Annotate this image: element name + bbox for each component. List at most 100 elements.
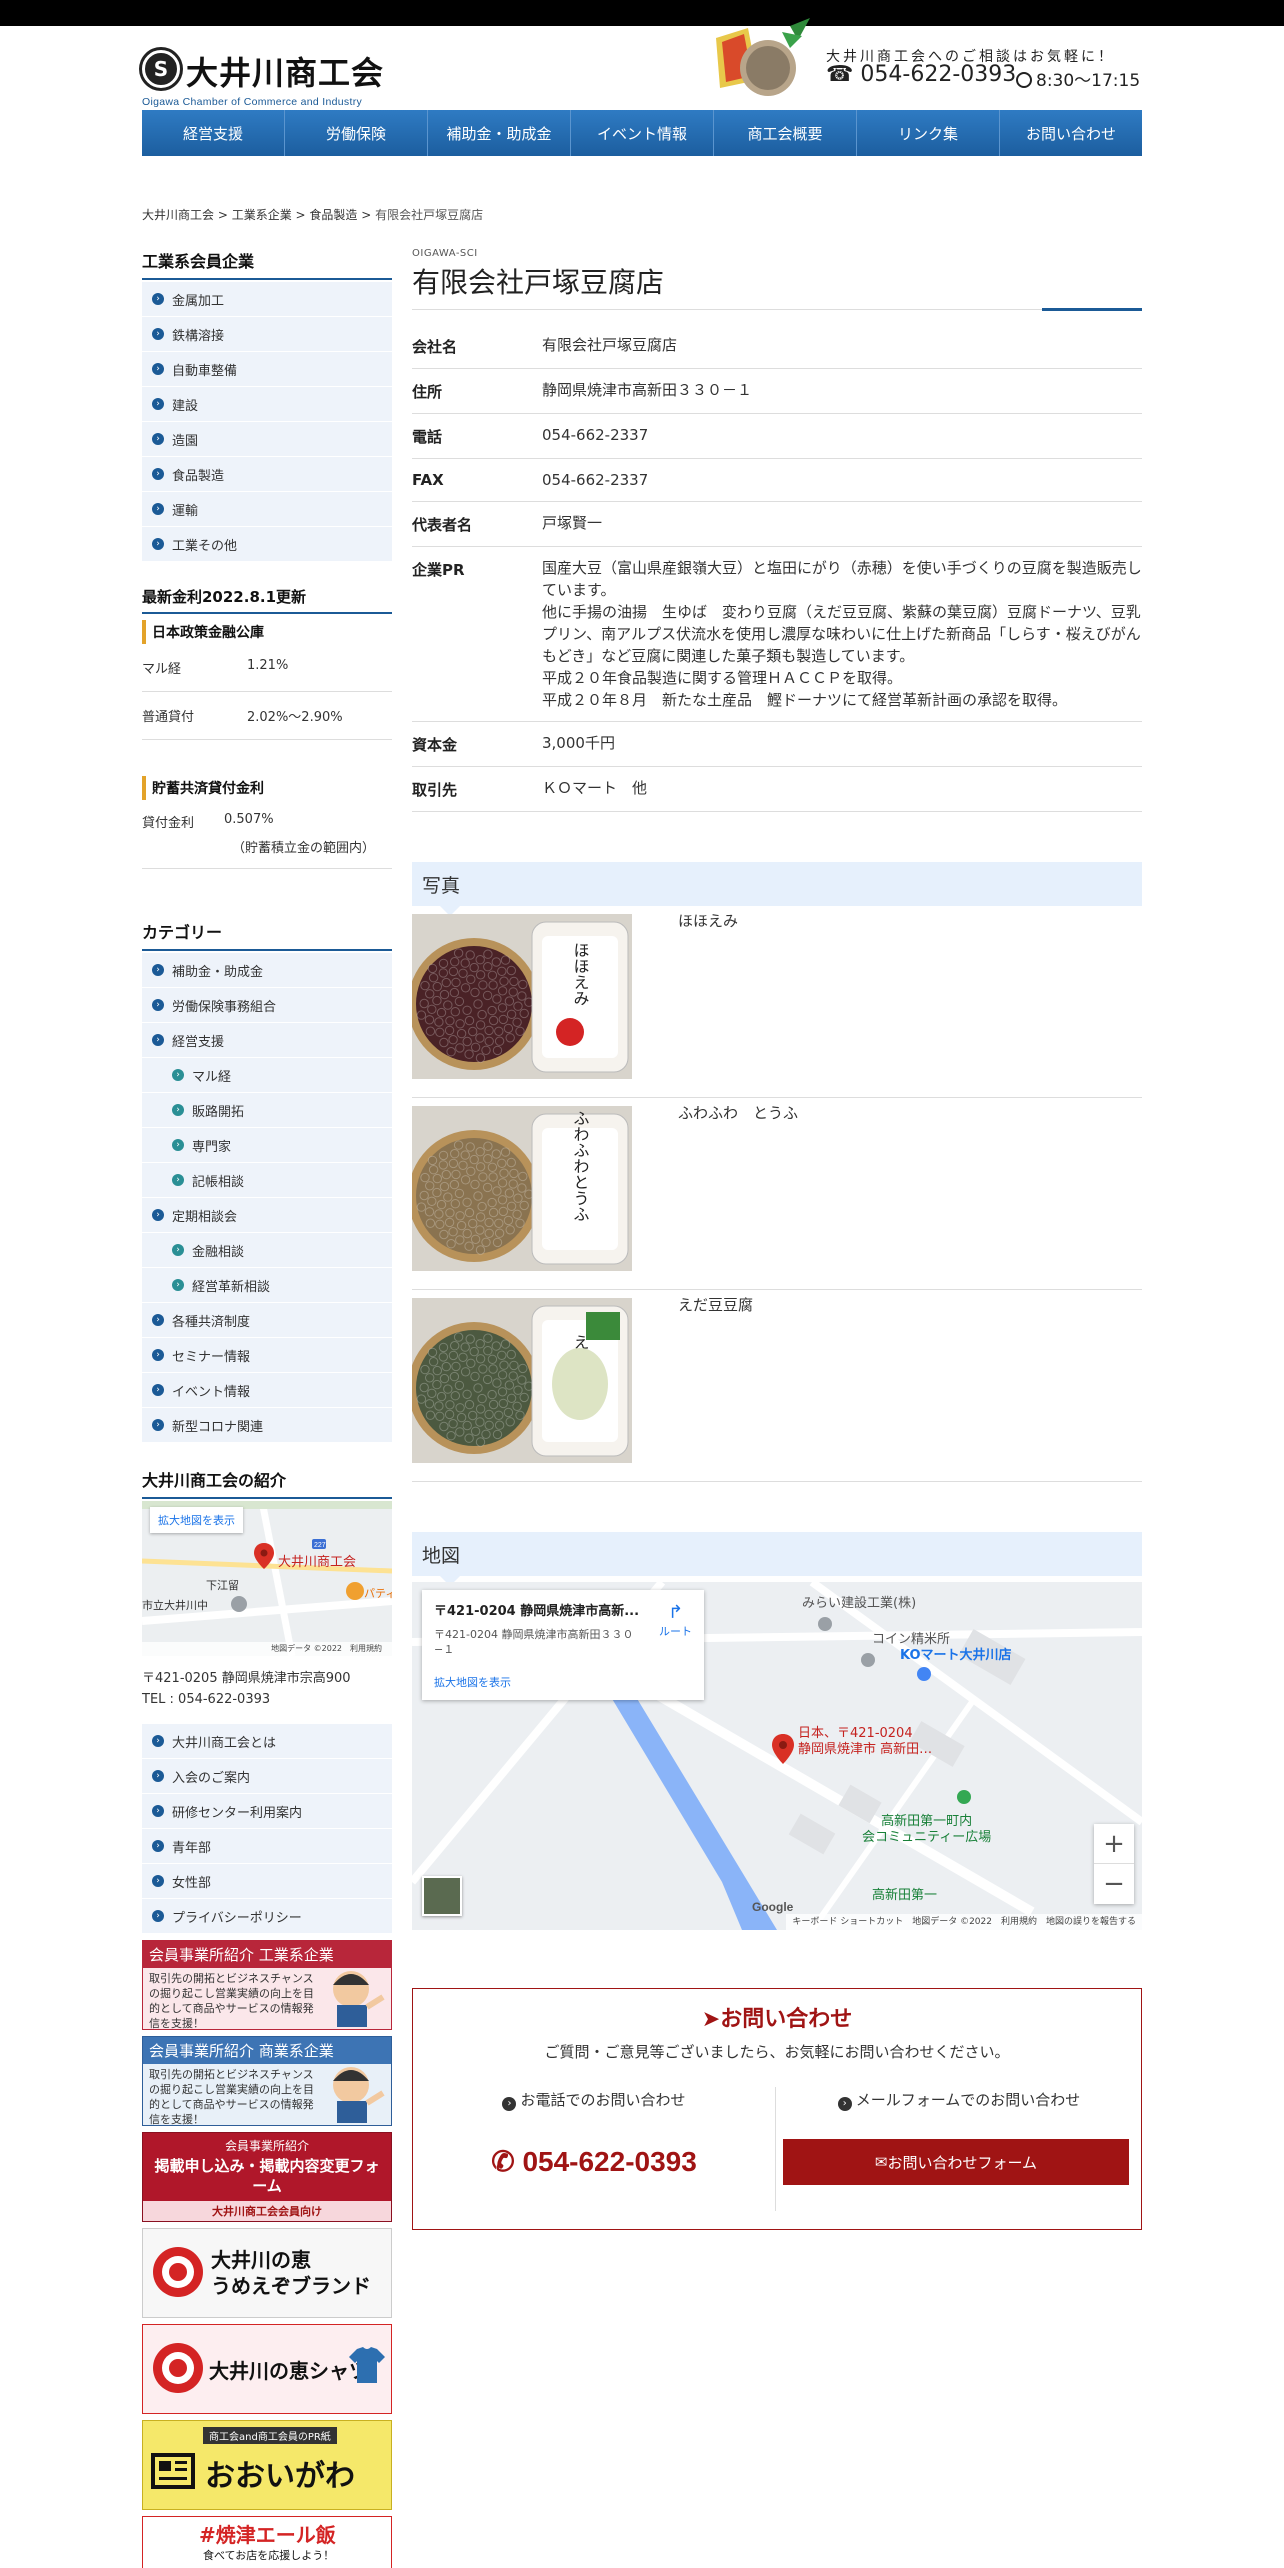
banner-shirt[interactable]: 大井川の恵シャツ (142, 2324, 392, 2414)
banner-apply-main: 掲載申し込み・掲載内容変更フォーム (154, 2157, 380, 2195)
sidebar-link[interactable]: › 専門家 (142, 1128, 392, 1163)
sidebar-link[interactable]: › 経営支援 (142, 1023, 392, 1058)
sidebar-link[interactable]: › 大井川商工会とは (142, 1724, 392, 1759)
sidebar-link-label: 金融相談 (192, 1244, 245, 1260)
chevron-right-icon: › (152, 1770, 164, 1782)
product-photo[interactable]: ふわふわとうふ (412, 1106, 632, 1271)
sidebar-link-label: 新型コロナ関連 (172, 1419, 264, 1435)
global-nav: 経営支援 労働保険 補助金・助成金 イベント情報 商工会概要 リンク集 お問い合… (142, 110, 1142, 156)
page-wrapper: S 大井川商工会 Oigawa Chamber of Commerce and … (142, 18, 1142, 2568)
chevron-right-icon: › (152, 433, 164, 445)
rates-heading: 最新金利2022.8.1更新 (142, 586, 392, 614)
mini-map[interactable]: 227 拡大地図を表示 大井川商工会 下江留 市立大井川中 パティスリ 地図デー… (142, 1501, 392, 1656)
sidebar-link-label: 補助金・助成金 (172, 964, 264, 980)
contact-title-text: お問い合わせ (720, 2007, 853, 2032)
sidebar-link[interactable]: › イベント情報 (142, 1373, 392, 1408)
sidebar-link[interactable]: › 食品製造 (142, 457, 392, 492)
product-photo[interactable]: えだ豆 (412, 1298, 632, 1463)
zoom-in-icon[interactable]: + (1094, 1824, 1134, 1864)
zoom-out-icon[interactable]: − (1094, 1864, 1134, 1904)
nav-contact[interactable]: お問い合わせ (1000, 110, 1142, 156)
header-phone[interactable]: ☎ 054-622-0393 (826, 62, 1016, 87)
sidebar-link[interactable]: › 金融相談 (142, 1233, 392, 1268)
nav-event[interactable]: イベント情報 (571, 110, 714, 156)
sidebar-link[interactable]: › 入会のご案内 (142, 1759, 392, 1794)
info-row: 代表者名 戸塚賢一 (412, 502, 1142, 547)
sidebar-link[interactable]: › セミナー情報 (142, 1338, 392, 1373)
sidebar-link[interactable]: › プライバシーポリシー (142, 1899, 392, 1934)
banner-ooigawa[interactable]: 商工会and商工会員のPR紙 おおいがわ (142, 2420, 392, 2510)
map-footer[interactable]: キーボード ショートカット 地図データ ©2022 利用規約 地図の誤りを報告す… (786, 1914, 1142, 1930)
banner-yell[interactable]: #焼津エール飯 食べてお店を応援しよう！ (142, 2516, 392, 2568)
phone-icon: ✆ (491, 2146, 523, 2177)
breadcrumb-home[interactable]: 大井川商工会 (142, 208, 214, 222)
page-en-tag: OIGAWA-SCI (412, 248, 478, 259)
sidebar-link[interactable]: › 自動車整備 (142, 352, 392, 387)
rate-label: マル経 (142, 662, 182, 677)
photo-graphic: ふわふわとうふ (412, 1106, 632, 1271)
chevron-right-icon: › (152, 1034, 164, 1046)
clock-icon (1016, 72, 1032, 88)
breadcrumb-food[interactable]: 食品製造 (309, 208, 357, 222)
savings-label: 貸付金利 (142, 816, 195, 831)
chevron-right-icon: › (152, 1840, 164, 1852)
logo-english: Oigawa Chamber of Commerce and Industry (142, 96, 363, 108)
svg-text:ほほえみ: ほほえみ (571, 942, 590, 1006)
site-logo[interactable]: S 大井川商工会 Oigawa Chamber of Commerce and … (142, 40, 402, 108)
sidebar-link-label: 労働保険事務組合 (172, 999, 277, 1015)
mascot-icon (333, 2067, 385, 2123)
nav-gaiyou[interactable]: 商工会概要 (714, 110, 857, 156)
info-value: 054-662-2337 (542, 471, 649, 489)
map-route-button[interactable]: ↱ ルート (659, 1602, 692, 1639)
sidebar-link[interactable]: › マル経 (142, 1058, 392, 1093)
logo-text: 大井川商工会 (186, 54, 385, 92)
banner-shogyo[interactable]: 会員事業所紹介 商業系企業 取引先の開拓とビジネスチャンスの掘り起こし営業実績の… (142, 2036, 392, 2126)
chevron-right-icon: › (152, 1805, 164, 1817)
sidebar-link[interactable]: › 工業その他 (142, 527, 392, 562)
nav-keiei[interactable]: 経営支援 (142, 110, 285, 156)
sidebar-link[interactable]: › 定期相談会 (142, 1198, 392, 1233)
sidebar-link[interactable]: › 建設 (142, 387, 392, 422)
contact-form-button[interactable]: ✉ お問い合わせフォーム (783, 2139, 1129, 2185)
banner-apply-form[interactable]: 会員事業所紹介 掲載申し込み・掲載内容変更フォーム 大井川商工会会員向け (142, 2132, 392, 2222)
phone-icon: ☎ (826, 62, 861, 87)
google-map[interactable]: 日本、〒421-0204 静岡県焼津市 高新田… みらい建設工業(株) コイン精… (412, 1582, 1142, 1930)
info-value: ＫＯマート 他 (542, 779, 648, 797)
mini-map-place: 下江留 (206, 1579, 239, 1592)
sidebar-link[interactable]: › 女性部 (142, 1864, 392, 1899)
satellite-toggle[interactable] (422, 1876, 462, 1916)
savings-rate: 貸付金利 0.507% (142, 800, 392, 831)
sidebar-link[interactable]: › 造園 (142, 422, 392, 457)
banner-kogyo[interactable]: 会員事業所紹介 工業系企業 取引先の開拓とビジネスチャンスの掘り起こし営業実績の… (142, 1940, 392, 2030)
sidebar-link[interactable]: › 青年部 (142, 1829, 392, 1864)
sidebar-link[interactable]: › 鉄構溶接 (142, 317, 392, 352)
sidebar-link[interactable]: › 経営革新相談 (142, 1268, 392, 1303)
sidebar-link[interactable]: › 研修センター利用案内 (142, 1794, 392, 1829)
sidebar-link[interactable]: › 金属加工 (142, 282, 392, 317)
sidebar-link-label: 大井川商工会とは (172, 1735, 277, 1751)
sidebar-link[interactable]: › 販路開拓 (142, 1093, 392, 1128)
rate-label: 普通貸付 (142, 710, 195, 725)
sidebar-link[interactable]: › 新型コロナ関連 (142, 1408, 392, 1443)
map-enlarge-link[interactable]: 拡大地図を表示 (434, 1674, 511, 1690)
breadcrumb-kogyo[interactable]: 工業系企業 (232, 208, 292, 222)
nav-hojokin[interactable]: 補助金・助成金 (428, 110, 571, 156)
nav-links[interactable]: リンク集 (857, 110, 1000, 156)
sidebar-link[interactable]: › 運輸 (142, 492, 392, 527)
product-photo[interactable]: ほほえみ (412, 914, 632, 1079)
nav-roudou[interactable]: 労働保険 (285, 110, 428, 156)
chevron-right-icon: › (172, 1279, 184, 1291)
sidebar-link-label: 自動車整備 (172, 363, 238, 379)
info-label: FAX (412, 471, 444, 489)
sidebar-link[interactable]: › 補助金・助成金 (142, 953, 392, 988)
circle-arrow-icon: › (837, 2096, 852, 2111)
chevron-right-icon: › (172, 1104, 184, 1116)
sidebar-link[interactable]: › 記帳相談 (142, 1163, 392, 1198)
mini-map-enlarge-link[interactable]: 拡大地図を表示 (150, 1507, 243, 1533)
sidebar-link[interactable]: › 労働保険事務組合 (142, 988, 392, 1023)
banner-umeezo[interactable]: 大井川の恵 うめえぞブランド (142, 2228, 392, 2318)
sidebar-link[interactable]: › 各種共済制度 (142, 1303, 392, 1338)
sidebar-link-label: 専門家 (192, 1139, 232, 1155)
banner-yell-sub: 食べてお店を応援しよう！ (203, 2549, 335, 2562)
contact-phone-number[interactable]: ✆ 054-622-0393 (413, 2145, 775, 2178)
